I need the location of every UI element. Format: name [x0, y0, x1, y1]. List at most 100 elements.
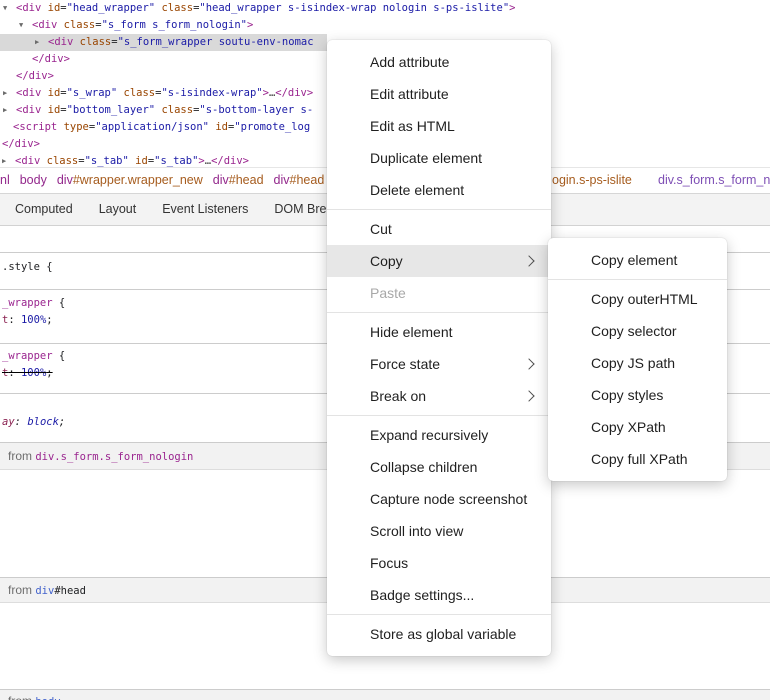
- syntax-token: block: [27, 416, 59, 428]
- syntax-token: div.s_form.s_form_nolog: [658, 173, 770, 187]
- menu-item-cut[interactable]: Cut: [327, 213, 551, 245]
- syntax-token: div: [35, 585, 54, 597]
- dom-node-text[interactable]: <div id="bottom_layer" class="s-bottom-l…: [16, 102, 313, 119]
- syntax-token: "s_form_wrapper soutu-env-nomac: [118, 36, 314, 48]
- menu-item-paste[interactable]: Paste: [327, 277, 551, 309]
- menu-item-copy-element[interactable]: Copy element: [548, 244, 727, 276]
- tab-event-listeners[interactable]: Event Listeners: [162, 194, 248, 225]
- menu-item-hide-element[interactable]: Hide element: [327, 316, 551, 348]
- dom-node-text[interactable]: <div id="head_wrapper" class="head_wrapp…: [16, 0, 515, 17]
- syntax-token: "promote_log: [234, 121, 310, 133]
- menu-item-add-attribute[interactable]: Add attribute: [327, 46, 551, 78]
- menu-item-label: Copy outerHTML: [591, 291, 698, 307]
- syntax-token: 100%: [21, 314, 46, 326]
- dom-node-text[interactable]: </div>: [2, 136, 40, 153]
- menu-item-duplicate-element[interactable]: Duplicate element: [327, 142, 551, 174]
- menu-item-edit-attribute[interactable]: Edit attribute: [327, 78, 551, 110]
- syntax-token: >: [247, 19, 253, 31]
- breadcrumb-item[interactable]: div#head: [274, 168, 325, 193]
- syntax-token: class: [161, 2, 193, 14]
- syntax-token: class: [64, 19, 96, 31]
- breadcrumb-item-fragment[interactable]: ogin.s-ps-islite: [552, 168, 632, 193]
- syntax-token: "head_wrapper s-isindex-wrap nologin s-p…: [199, 2, 509, 14]
- dom-node-text[interactable]: <div id="s_wrap" class="s-isindex-wrap">…: [16, 85, 313, 102]
- syntax-token: _wrapper: [2, 297, 53, 309]
- syntax-token: id: [48, 87, 61, 99]
- menu-item-break-on[interactable]: Break on: [327, 380, 551, 412]
- menu-item-collapse-children[interactable]: Collapse children: [327, 451, 551, 483]
- syntax-token: div.s_form.s_form_nologin: [35, 451, 193, 463]
- twisty-collapsed-icon[interactable]: ▶: [35, 34, 39, 51]
- twisty-collapsed-icon[interactable]: ▶: [3, 102, 7, 119]
- menu-item-label: Force state: [370, 356, 440, 372]
- tab-computed[interactable]: Computed: [15, 194, 73, 225]
- twisty-collapsed-icon[interactable]: ▶: [3, 85, 7, 102]
- menu-item-copy-outerhtml[interactable]: Copy outerHTML: [548, 283, 727, 315]
- menu-item-store-as-global-variable[interactable]: Store as global variable: [327, 618, 551, 650]
- syntax-token: body: [20, 173, 47, 187]
- menu-item-copy-xpath[interactable]: Copy XPath: [548, 411, 727, 443]
- syntax-token: body: [35, 696, 60, 700]
- syntax-token: #wrapper.wrapper_new: [73, 173, 203, 187]
- syntax-token: :: [8, 314, 21, 326]
- dom-tree-row[interactable]: ▼ <div id="head_wrapper" class="head_wrap…: [0, 0, 770, 17]
- syntax-token: :: [15, 416, 28, 428]
- menu-item-label: Add attribute: [370, 54, 449, 70]
- copy-submenu: Copy element Copy outerHTML Copy selector C…: [548, 238, 727, 481]
- syntax-token: id: [135, 155, 148, 167]
- twisty-expanded-icon[interactable]: ▼: [19, 17, 23, 34]
- node-link[interactable]: body: [35, 696, 60, 700]
- breadcrumb-item[interactable]: div#head: [213, 168, 264, 193]
- menu-item-label: Collapse children: [370, 459, 477, 475]
- dom-node-text[interactable]: <script type="application/json" id="prom…: [13, 119, 310, 136]
- menu-item-expand-recursively[interactable]: Expand recursively: [327, 419, 551, 451]
- chevron-right-icon: [523, 358, 534, 369]
- tab-layout[interactable]: Layout: [99, 194, 137, 225]
- syntax-token: :: [8, 367, 21, 379]
- dom-node-text[interactable]: <div class="s_form_wrapper soutu-env-nom…: [48, 34, 314, 51]
- dom-node-text[interactable]: </div>: [32, 51, 70, 68]
- breadcrumb-item[interactable]: body: [20, 168, 47, 193]
- menu-item-delete-element[interactable]: Delete element: [327, 174, 551, 206]
- menu-separator: [327, 614, 551, 615]
- inherited-from-label: from: [8, 583, 35, 597]
- syntax-token: <div: [15, 155, 40, 167]
- syntax-token: <div: [16, 87, 41, 99]
- menu-item-edit-as-html[interactable]: Edit as HTML: [327, 110, 551, 142]
- syntax-token: </div>: [2, 138, 40, 150]
- syntax-token: 100%: [21, 367, 46, 379]
- menu-item-copy-js-path[interactable]: Copy JS path: [548, 347, 727, 379]
- menu-item-badge-settings[interactable]: Badge settings...: [327, 579, 551, 611]
- menu-item-copy-full-xpath[interactable]: Copy full XPath: [548, 443, 727, 475]
- menu-item-label: Focus: [370, 555, 408, 571]
- syntax-token: ;: [46, 314, 52, 326]
- element-context-menu: Add attribute Edit attribute Edit as HTML D…: [327, 40, 551, 656]
- breadcrumb-item-selected[interactable]: div.s_form.s_form_nolog: [658, 168, 770, 193]
- menu-item-focus[interactable]: Focus: [327, 547, 551, 579]
- syntax-token: class: [80, 36, 112, 48]
- breadcrumb-item[interactable]: nl: [0, 168, 10, 193]
- menu-item-label: Edit as HTML: [370, 118, 455, 134]
- syntax-token: class: [124, 87, 156, 99]
- syntax-token: "s_tab": [85, 155, 129, 167]
- menu-item-copy-styles[interactable]: Copy styles: [548, 379, 727, 411]
- dom-tree-row[interactable]: ▼ <div class="s_form s_form_nologin">: [0, 17, 770, 34]
- node-link[interactable]: div#head: [35, 585, 86, 597]
- menu-separator: [327, 312, 551, 313]
- twisty-expanded-icon[interactable]: ▼: [3, 0, 7, 17]
- menu-item-force-state[interactable]: Force state: [327, 348, 551, 380]
- menu-item-label: Duplicate element: [370, 150, 482, 166]
- syntax-token: <div: [16, 104, 41, 116]
- menu-item-label: Copy selector: [591, 323, 677, 339]
- dom-node-text[interactable]: </div>: [16, 68, 54, 85]
- dom-node-text[interactable]: <div class="s_form s_form_nologin">: [32, 17, 253, 34]
- menu-item-copy[interactable]: Copy: [327, 245, 551, 277]
- menu-item-label: Hide element: [370, 324, 453, 340]
- menu-item-scroll-into-view[interactable]: Scroll into view: [327, 515, 551, 547]
- syntax-token: class: [47, 155, 79, 167]
- menu-separator: [327, 209, 551, 210]
- menu-item-capture-node-screenshot[interactable]: Capture node screenshot: [327, 483, 551, 515]
- breadcrumb-item[interactable]: div#wrapper.wrapper_new: [57, 168, 203, 193]
- node-link[interactable]: div.s_form.s_form_nologin: [35, 451, 193, 463]
- menu-item-copy-selector[interactable]: Copy selector: [548, 315, 727, 347]
